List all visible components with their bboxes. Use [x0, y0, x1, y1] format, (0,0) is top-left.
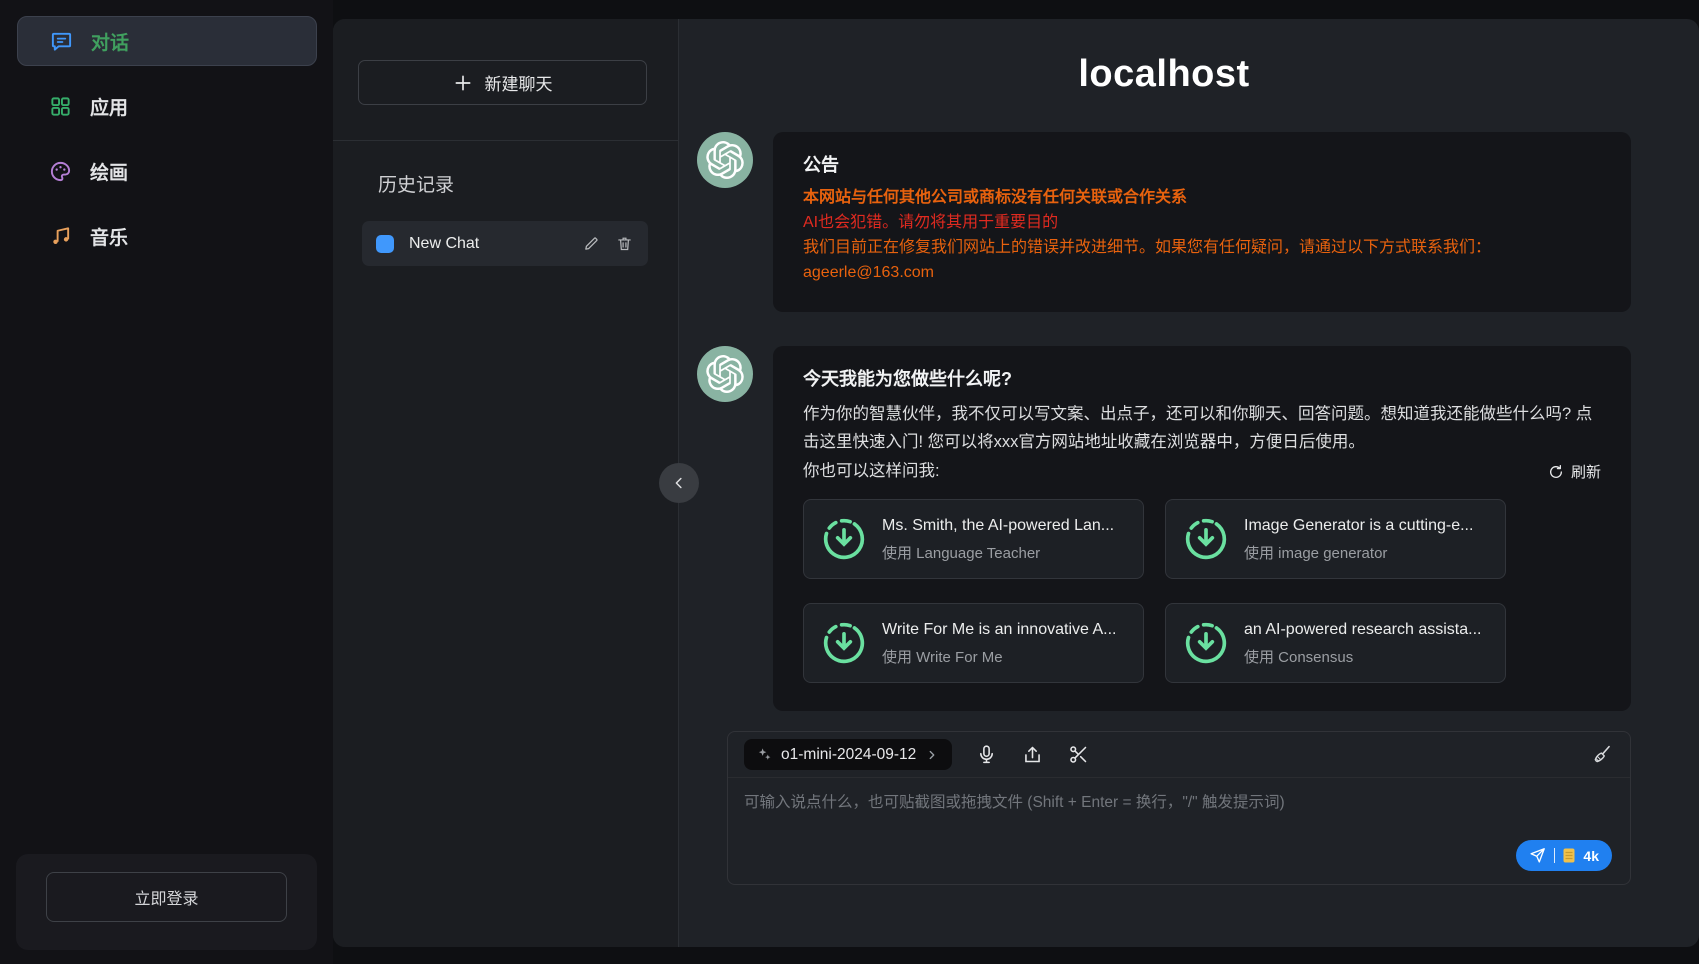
history-section-title: 历史记录: [378, 170, 678, 197]
download-circle-icon: [1184, 517, 1228, 561]
new-chat-button[interactable]: 新建聊天: [358, 60, 647, 105]
suggestion-subtitle: 使用 image generator: [1244, 542, 1473, 565]
broom-icon: [1592, 744, 1613, 765]
sidebar-item-label: 音乐: [90, 223, 128, 250]
openai-logo-icon: [706, 355, 744, 393]
sidebar-item-label: 应用: [90, 93, 128, 120]
composer: o1-mini-2024-09-12: [727, 731, 1631, 885]
suggestion-subtitle: 使用 Write For Me: [882, 646, 1116, 669]
download-circle-icon: [1184, 621, 1228, 665]
welcome-hint: 你也可以这样问我:: [803, 460, 940, 483]
composer-input-area: [728, 778, 1630, 855]
history-chat-item[interactable]: New Chat: [362, 221, 648, 266]
sidebar-item-label: 对话: [91, 28, 129, 55]
chat-item-title: New Chat: [409, 235, 568, 253]
composer-toolbar: o1-mini-2024-09-12: [728, 732, 1630, 778]
sidebar-nav: 对话 应用 绘画 音乐: [0, 0, 333, 261]
chevron-left-icon: [670, 474, 688, 492]
sidebar-item-label: 绘画: [90, 158, 128, 185]
suggestion-title: Ms. Smith, the AI-powered Lan...: [882, 514, 1114, 537]
delete-icon[interactable]: [616, 235, 634, 253]
palette-icon: [48, 159, 72, 183]
suggestion-card[interactable]: Image Generator is a cutting-e... 使用 ima…: [1165, 499, 1506, 579]
suggestion-title: Image Generator is a cutting-e...: [1244, 514, 1473, 537]
upload-icon: [1022, 744, 1043, 765]
token-count-badge: 4k: [1583, 848, 1599, 864]
scissors-icon: [1068, 744, 1089, 765]
sparkles-icon: [757, 747, 772, 762]
sidebar-item-chat[interactable]: 对话: [17, 16, 317, 66]
message-welcome: 今天我能为您做些什么呢? 作为你的智慧伙伴，我不仅可以写文案、出点子，还可以和你…: [697, 346, 1631, 711]
welcome-bubble: 今天我能为您做些什么呢? 作为你的智慧伙伴，我不仅可以写文案、出点子，还可以和你…: [773, 346, 1631, 711]
chat-item-icon: [376, 235, 394, 253]
assistant-avatar: [697, 132, 753, 188]
send-button[interactable]: 4k: [1516, 840, 1612, 871]
workspace: 新建聊天 历史记录 New Chat localhost: [333, 19, 1699, 947]
openai-logo-icon: [706, 141, 744, 179]
welcome-body: 作为你的智慧伙伴，我不仅可以写文案、出点子，还可以和你聊天、回答问题。想知道我还…: [803, 400, 1601, 456]
refresh-label: 刷新: [1571, 461, 1601, 482]
suggestion-card[interactable]: Ms. Smith, the AI-powered Lan... 使用 Lang…: [803, 499, 1144, 579]
token-icon: [1563, 848, 1575, 863]
upload-button[interactable]: [1022, 744, 1044, 766]
sidebar: 对话 应用 绘画 音乐 立即登录: [0, 0, 333, 964]
announcement-line-3: 我们目前正在修复我们网站上的错误并改进细节。如果您有任何疑问，请通过以下方式联系…: [803, 236, 1601, 259]
new-chat-label: 新建聊天: [485, 70, 553, 95]
paper-plane-icon: [1529, 847, 1546, 864]
app-root: 对话 应用 绘画 音乐 立即登录: [0, 0, 1699, 964]
refresh-button[interactable]: 刷新: [1548, 461, 1601, 482]
chevron-right-icon: [925, 748, 939, 762]
announcement-email[interactable]: ageerle@163.com: [803, 261, 1601, 284]
sidebar-item-drawing[interactable]: 绘画: [17, 146, 317, 196]
login-panel: 立即登录: [16, 854, 317, 950]
suggestion-subtitle: 使用 Language Teacher: [882, 542, 1114, 565]
suggestion-cards: Ms. Smith, the AI-powered Lan... 使用 Lang…: [803, 499, 1601, 683]
suggestion-card[interactable]: an AI-powered research assista... 使用 Con…: [1165, 603, 1506, 683]
announcement-title: 公告: [803, 154, 1601, 177]
announcement-line-1: 本网站与任何其他公司或商标没有任何关联或合作关系: [803, 186, 1601, 209]
clear-chat-button[interactable]: [1592, 744, 1614, 766]
suggestion-title: an AI-powered research assista...: [1244, 618, 1481, 641]
collapse-sidebar-button[interactable]: [659, 463, 699, 503]
message-announcement: 公告 本网站与任何其他公司或商标没有任何关联或合作关系 AI也会犯错。请勿将其用…: [697, 132, 1631, 312]
edit-icon[interactable]: [583, 235, 601, 253]
chat-bubble-icon: [49, 29, 73, 53]
welcome-title: 今天我能为您做些什么呢?: [803, 368, 1601, 391]
suggestion-card[interactable]: Write For Me is an innovative A... 使用 Wr…: [803, 603, 1144, 683]
model-label: o1-mini-2024-09-12: [781, 746, 916, 764]
plus-icon: [453, 73, 473, 93]
suggestion-subtitle: 使用 Consensus: [1244, 646, 1481, 669]
microphone-button[interactable]: [976, 744, 998, 766]
download-circle-icon: [822, 621, 866, 665]
login-button[interactable]: 立即登录: [46, 872, 287, 922]
send-divider: [1554, 848, 1555, 863]
music-note-icon: [48, 224, 72, 248]
refresh-icon: [1548, 464, 1564, 480]
suggestion-title: Write For Me is an innovative A...: [882, 618, 1116, 641]
assistant-avatar: [697, 346, 753, 402]
apps-grid-icon: [48, 94, 72, 118]
screenshot-button[interactable]: [1068, 744, 1090, 766]
model-selector[interactable]: o1-mini-2024-09-12: [744, 739, 952, 770]
announcement-bubble: 公告 本网站与任何其他公司或商标没有任何关联或合作关系 AI也会犯错。请勿将其用…: [773, 132, 1631, 312]
download-circle-icon: [822, 517, 866, 561]
chat-main: localhost 公告 本网站与任何其他公司或商标没有任何关联或合作关系 AI…: [679, 19, 1699, 947]
history-divider: [333, 140, 678, 141]
sidebar-item-apps[interactable]: 应用: [17, 81, 317, 131]
page-title: localhost: [697, 53, 1631, 96]
microphone-icon: [976, 744, 997, 765]
history-panel: 新建聊天 历史记录 New Chat: [333, 19, 679, 947]
sidebar-item-music[interactable]: 音乐: [17, 211, 317, 261]
announcement-line-2: AI也会犯错。请勿将其用于重要目的: [803, 211, 1601, 234]
message-input[interactable]: [744, 790, 1614, 850]
